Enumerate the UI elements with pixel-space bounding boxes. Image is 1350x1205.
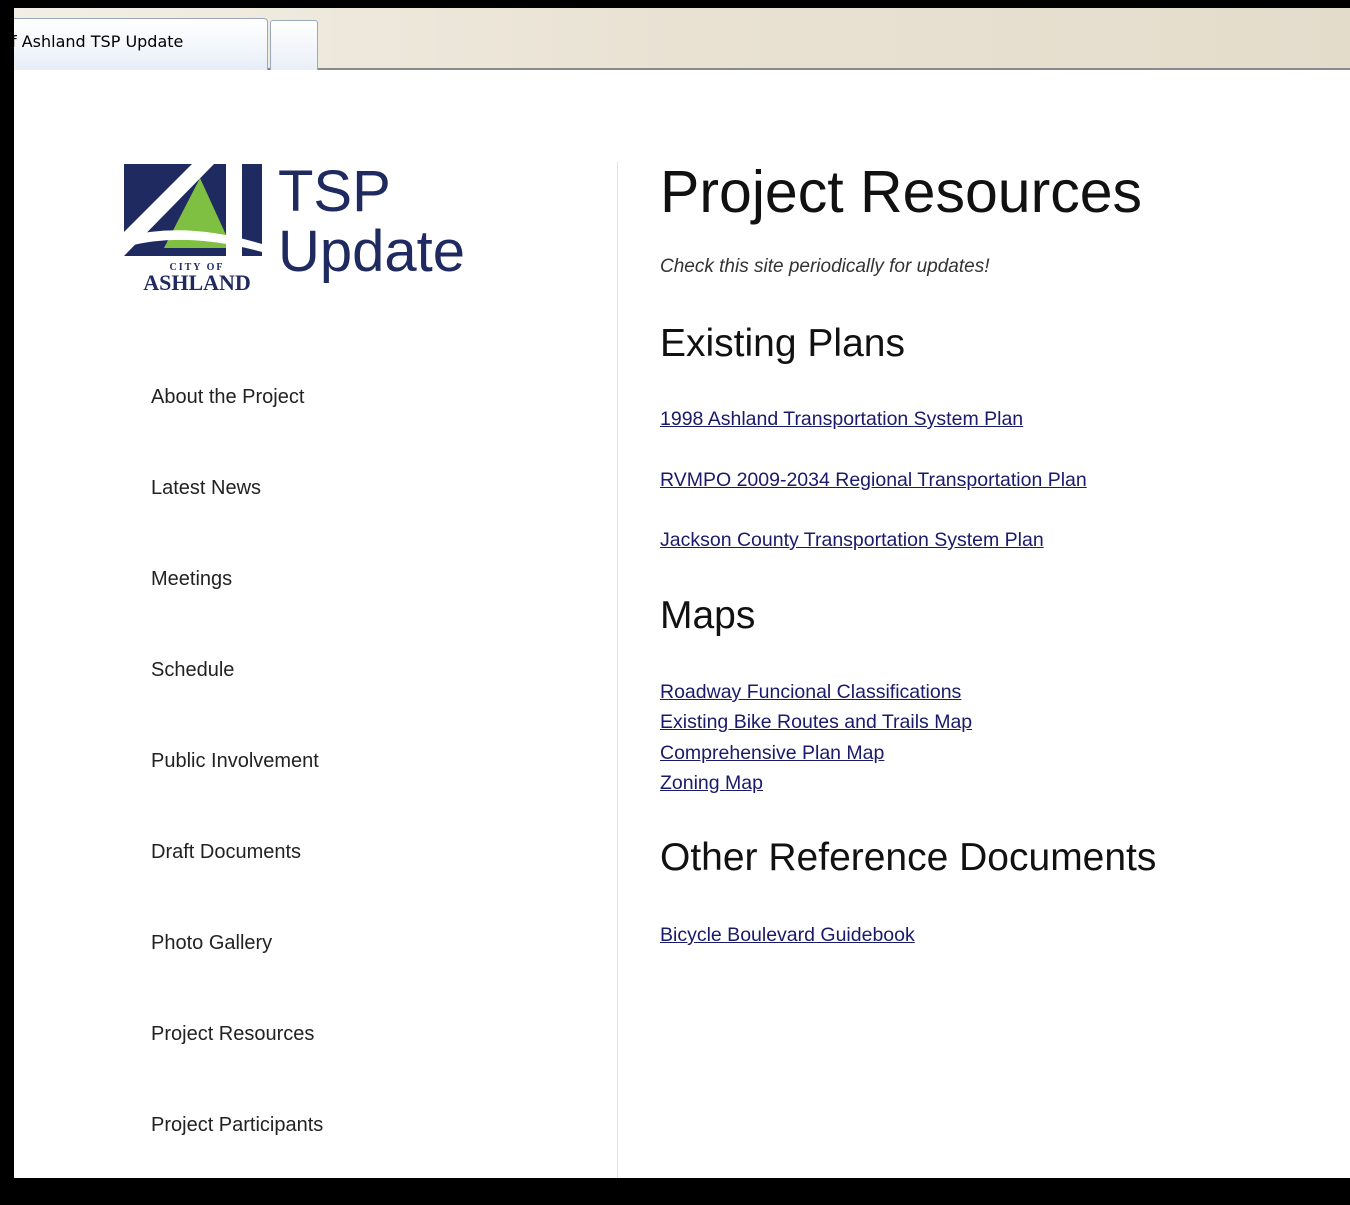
link-jackson-county-tsp[interactable]: Jackson County Transportation System Pla… — [660, 529, 1044, 552]
nav-link-latest-news[interactable]: Latest News — [151, 477, 261, 499]
nav-item: Project Participants — [151, 1114, 323, 1205]
nav-link-meetings[interactable]: Meetings — [151, 568, 232, 590]
nav-item: Meetings — [151, 568, 323, 659]
browser-tab-active[interactable]: f Ashland TSP Update — [0, 18, 268, 70]
nav-item: Schedule — [151, 659, 323, 750]
nav-item: Draft Documents — [151, 841, 323, 932]
link-zoning-map[interactable]: Zoning Map — [660, 772, 763, 795]
section-heading-existing-plans: Existing Plans — [660, 322, 905, 365]
browser-tab-title: f Ashland TSP Update — [11, 32, 184, 51]
logo-title: TSP Update — [278, 162, 465, 282]
nav-item: Project Resources — [151, 1023, 323, 1114]
nav-link-project-resources[interactable]: Project Resources — [151, 1023, 314, 1045]
nav-link-about-the-project[interactable]: About the Project — [151, 386, 304, 408]
nav-item: Photo Gallery — [151, 932, 323, 1023]
nav-link-photo-gallery[interactable]: Photo Gallery — [151, 932, 272, 954]
link-rvmpo-regional-plan[interactable]: RVMPO 2009-2034 Regional Transportation … — [660, 469, 1087, 492]
section-heading-other-reference-documents: Other Reference Documents — [660, 836, 1157, 879]
page-title: Project Resources — [660, 159, 1143, 225]
nav-link-project-participants[interactable]: Project Participants — [151, 1114, 323, 1136]
nav-link-schedule[interactable]: Schedule — [151, 659, 234, 681]
column-divider — [617, 162, 618, 1178]
nav-item: Latest News — [151, 477, 323, 568]
screen-border-top — [0, 0, 1350, 8]
logo-ashland: ASHLAND — [143, 270, 251, 292]
section-heading-maps: Maps — [660, 594, 756, 637]
nav-link-draft-documents[interactable]: Draft Documents — [151, 841, 301, 863]
nav-link-public-involvement[interactable]: Public Involvement — [151, 750, 319, 772]
city-of-ashland-logo[interactable]: CITY OF ASHLAND — [122, 162, 272, 292]
logo-tsp-text: TSP — [278, 159, 391, 224]
link-roadway-classifications[interactable]: Roadway Funcional Classifications — [660, 681, 961, 704]
new-tab-button[interactable] — [270, 20, 318, 70]
link-bicycle-boulevard-guidebook[interactable]: Bicycle Boulevard Guidebook — [660, 924, 915, 947]
logo-update-text: Update — [278, 219, 466, 284]
link-1998-ashland-tsp[interactable]: 1998 Ashland Transportation System Plan — [660, 408, 1023, 431]
nav-item: About the Project — [151, 386, 323, 477]
sidebar-nav: About the Project Latest News Meetings S… — [151, 386, 323, 1205]
web-page: CITY OF ASHLAND TSP Update About the Pro… — [14, 70, 1350, 1178]
page-tagline: Check this site periodically for updates… — [660, 256, 990, 277]
browser-tab-bar: f Ashland TSP Update — [0, 8, 1350, 70]
link-comprehensive-plan-map[interactable]: Comprehensive Plan Map — [660, 742, 884, 765]
nav-item: Public Involvement — [151, 750, 323, 841]
screen-border-left — [0, 8, 14, 1178]
link-bike-routes-map[interactable]: Existing Bike Routes and Trails Map — [660, 711, 972, 734]
